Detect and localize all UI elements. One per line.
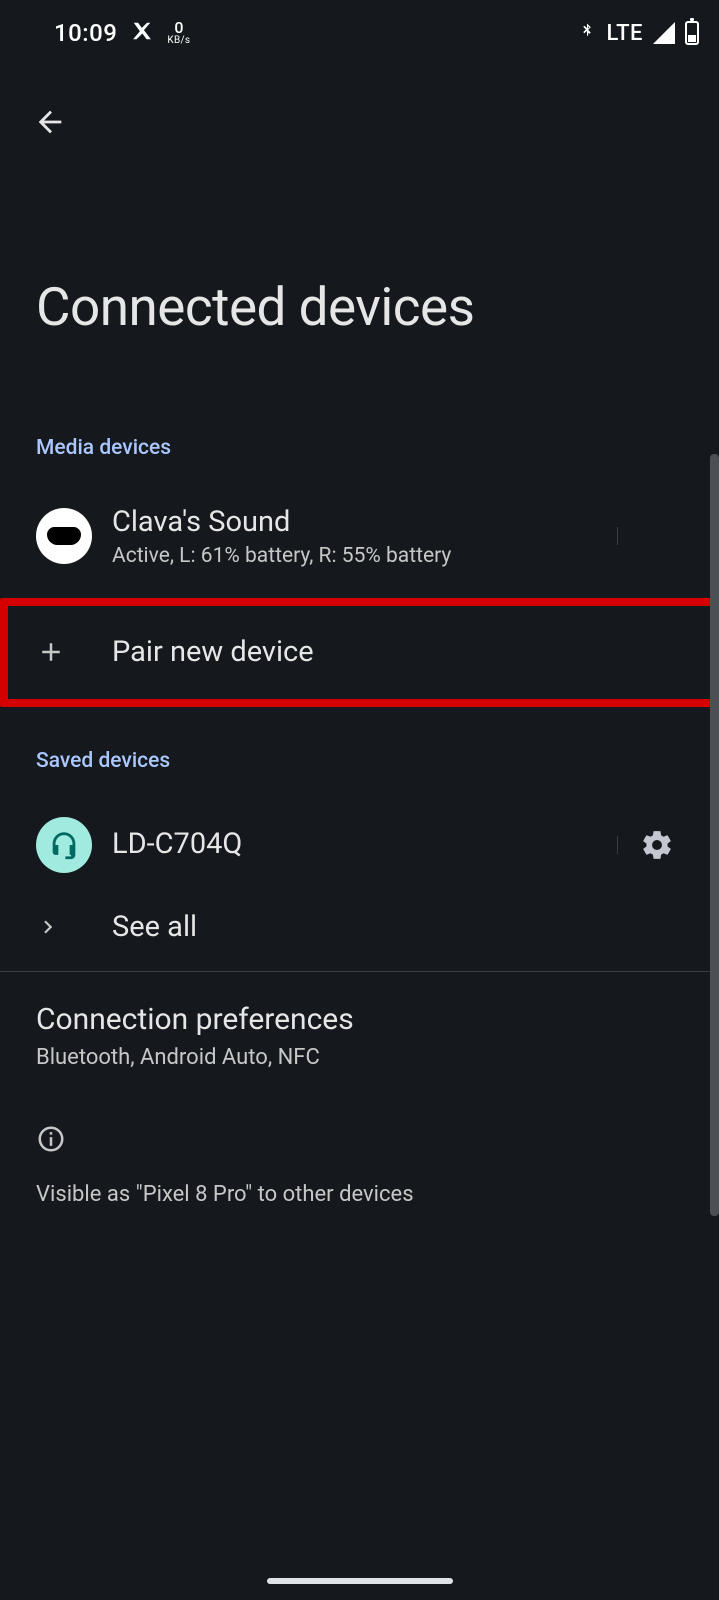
highlight-pair-new-device: Pair new device [0, 598, 719, 706]
status-bar: 10:09 0 KB/s LTE [0, 0, 719, 56]
device-settings-button[interactable] [640, 519, 674, 553]
pair-new-device-label: Pair new device [112, 634, 687, 670]
connection-preferences-sub: Bluetooth, Android Auto, NFC [36, 1045, 683, 1070]
network-type: LTE [606, 21, 643, 46]
device-body: Clava's Sound Active, L: 61% battery, R:… [112, 504, 623, 568]
chevron-right-icon [36, 914, 112, 940]
back-button[interactable] [26, 98, 74, 146]
app-bar [0, 56, 719, 146]
device-status: Active, L: 61% battery, R: 55% battery [112, 544, 623, 568]
info-row [0, 1070, 719, 1154]
connection-preferences-title: Connection preferences [36, 1002, 683, 1037]
network-speed-indicator: 0 KB/s [167, 20, 190, 46]
saved-device-settings-button[interactable] [640, 828, 674, 862]
battery-icon [685, 21, 699, 45]
status-right: LTE [578, 20, 699, 46]
vertical-divider [617, 527, 618, 545]
gear-icon [640, 828, 674, 862]
see-all-row[interactable]: See all [0, 891, 719, 963]
saved-devices-list: LD-C704Q See all [0, 799, 719, 963]
network-speed-unit: KB/s [167, 36, 190, 46]
plus-icon [36, 637, 112, 667]
x-app-icon [131, 20, 153, 46]
visibility-text: Visible as "Pixel 8 Pro" to other device… [0, 1182, 719, 1207]
status-clock: 10:09 [54, 19, 117, 47]
device-settings-area [623, 519, 691, 553]
connection-preferences-row[interactable]: Connection preferences Bluetooth, Androi… [0, 972, 719, 1070]
device-row-ld-c704q[interactable]: LD-C704Q [0, 799, 719, 891]
signal-icon [653, 22, 675, 44]
see-all-label: See all [112, 909, 691, 945]
arrow-left-icon [33, 105, 67, 139]
saved-device-name: LD-C704Q [112, 826, 623, 862]
device-icon-headset [36, 817, 112, 873]
scroll-indicator [710, 454, 719, 1216]
info-icon [36, 1124, 112, 1154]
vertical-divider [617, 836, 618, 854]
device-icon-earbuds [36, 508, 112, 564]
device-name: Clava's Sound [112, 504, 623, 540]
media-devices-list: Clava's Sound Active, L: 61% battery, R:… [0, 486, 719, 586]
gear-icon [640, 519, 674, 553]
pair-new-device-row[interactable]: Pair new device [8, 606, 711, 698]
section-label-media: Media devices [0, 436, 719, 460]
network-speed-value: 0 [174, 20, 183, 36]
bluetooth-icon [578, 20, 596, 46]
device-row-clavas-sound[interactable]: Clava's Sound Active, L: 61% battery, R:… [0, 486, 719, 586]
headset-icon [36, 817, 92, 873]
navigation-handle[interactable] [267, 1578, 453, 1584]
earbuds-icon [36, 508, 92, 564]
page-title: Connected devices [0, 146, 719, 338]
section-label-saved: Saved devices [0, 749, 719, 773]
status-left: 10:09 0 KB/s [54, 19, 190, 47]
